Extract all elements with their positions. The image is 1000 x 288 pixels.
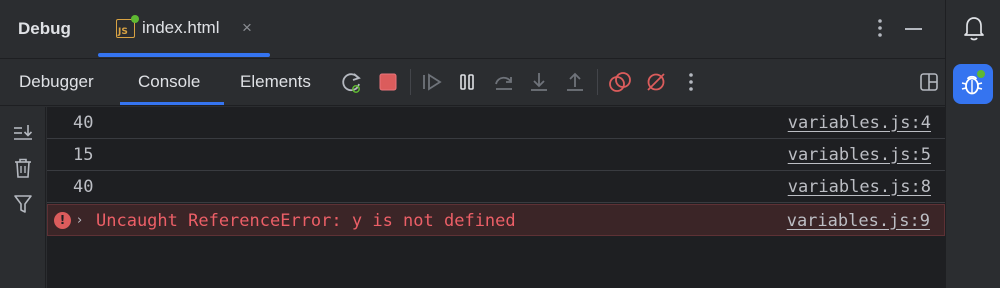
tab-elements[interactable]: Elements	[240, 72, 311, 92]
tab-index-html[interactable]: JS index.html ×	[98, 0, 270, 58]
tab-debugger[interactable]: Debugger	[19, 72, 94, 92]
console-row: 40 variables.js:4	[47, 107, 945, 139]
log-value: 40	[73, 113, 94, 133]
step-into-icon[interactable]	[527, 70, 551, 94]
pause-icon[interactable]	[455, 70, 479, 94]
error-message: Uncaught ReferenceError: y is not define…	[96, 211, 516, 231]
mute-breakpoints-icon[interactable]	[644, 70, 668, 94]
bug-icon	[961, 70, 985, 95]
source-link[interactable]: variables.js:8	[788, 177, 931, 197]
console-gutter	[0, 107, 46, 288]
close-tab-button[interactable]: ×	[242, 18, 252, 38]
debugger-toolbar: Debugger Console Elements	[0, 58, 945, 106]
status-dot	[131, 15, 139, 23]
console-error-row: ! › Uncaught ReferenceError: y is not de…	[47, 204, 945, 236]
clear-console-icon[interactable]	[12, 157, 34, 179]
minimize-icon[interactable]	[905, 28, 922, 30]
resume-icon[interactable]	[420, 70, 444, 94]
log-value: 15	[73, 145, 94, 165]
step-out-icon[interactable]	[563, 70, 587, 94]
tab-label: index.html	[142, 18, 220, 37]
stop-icon[interactable]	[376, 70, 400, 94]
more-options-icon[interactable]	[873, 17, 887, 39]
notifications-bell-icon[interactable]	[961, 14, 987, 42]
console-row: 15 variables.js:5	[47, 139, 945, 171]
right-tool-strip	[945, 0, 1000, 288]
active-tab-indicator	[98, 53, 270, 57]
tab-console[interactable]: Console	[138, 72, 200, 92]
source-link[interactable]: variables.js:4	[788, 113, 931, 133]
layout-icon[interactable]	[917, 70, 941, 94]
error-icon: !	[54, 212, 71, 229]
source-link[interactable]: variables.js:5	[788, 145, 931, 165]
step-over-icon[interactable]	[492, 70, 516, 94]
log-value: 40	[73, 177, 94, 197]
more-icon[interactable]	[679, 70, 703, 94]
scroll-to-end-icon[interactable]	[12, 122, 34, 144]
console-row: 40 variables.js:8	[47, 171, 945, 203]
filter-icon[interactable]	[12, 193, 34, 215]
toolbar-separator	[597, 69, 598, 95]
toolbar-separator	[410, 69, 411, 95]
rerun-icon[interactable]	[340, 70, 364, 94]
debug-tool-window-button[interactable]	[953, 64, 993, 104]
javascript-file-icon: JS	[116, 15, 139, 38]
expand-arrow-icon[interactable]: ›	[77, 213, 82, 228]
console-output: 40 variables.js:4 15 variables.js:5 40 v…	[47, 107, 945, 288]
title-bar: Debug JS index.html ×	[0, 0, 945, 58]
tool-window-title: Debug	[18, 19, 71, 38]
active-tab-indicator	[120, 102, 224, 105]
source-link[interactable]: variables.js:9	[787, 211, 930, 231]
view-breakpoints-icon[interactable]	[608, 70, 632, 94]
